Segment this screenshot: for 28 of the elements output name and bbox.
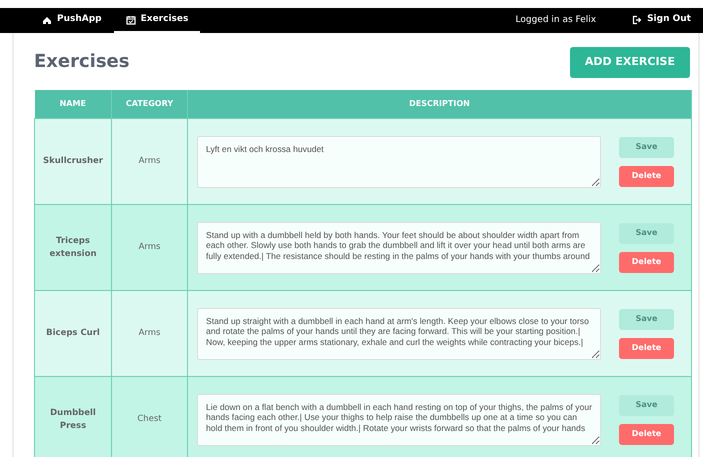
column-header: CATEGORY — [112, 90, 188, 118]
description-field[interactable]: Lie down on a flat bench with a dumbbell in each hand resting on top of your thighs, the palms of your hands facing each other.| Use your thighs to help raise the dumbbells up one at a time so you can hold them in front of you shoulder width.| Rotate your wrists forward so that the palms of your hands — [197, 394, 601, 446]
sign-out-icon — [632, 14, 642, 24]
column-header: NAME — [34, 90, 112, 118]
delete-button[interactable]: Delete — [619, 424, 674, 444]
sign-out-button[interactable]: Sign Out — [620, 8, 691, 33]
column-header: DESCRIPTION — [188, 90, 692, 118]
table-cell: Arms — [112, 118, 188, 204]
description-field[interactable]: Lyft en vikt och krossa huvudet — [197, 136, 601, 188]
table-cell: Chest — [112, 376, 188, 457]
house-icon — [42, 14, 52, 24]
table-cell: Arms — [112, 290, 188, 376]
page-title: Exercises — [34, 50, 130, 73]
description-field[interactable]: Stand up with a dumbbell held by both hands. Your feet should be about shoulder width apart from each other. Slowly use both hands to grab the dumbbell and lift it over your head until both arms are fully extended.| The resistance should be resting in the palms of your hands with your thumbs around — [197, 222, 601, 274]
table-cell: Dumbbell Press — [34, 376, 112, 457]
add-exercise-button[interactable]: ADD EXERCISE — [570, 47, 690, 78]
description-field[interactable]: Stand up straight with a dumbbell in each hand at arm's length. Keep your elbows close to your torso and rotate the palms of your hands until they are facing forward. This will be your starting position.| Now, keeping the upper arms stationary, exhale and curl the weights while contracting your biceps.| — [197, 308, 601, 360]
table-cell: Skullcrusher — [34, 118, 112, 204]
delete-button[interactable]: Delete — [619, 166, 674, 186]
nav-tab[interactable]: PushApp — [30, 8, 114, 33]
table-cell: Biceps Curl — [34, 290, 112, 376]
delete-button[interactable]: Delete — [619, 338, 674, 358]
calendar-check-icon — [126, 14, 136, 24]
table-cell: Arms — [112, 204, 188, 290]
delete-button[interactable]: Delete — [619, 252, 674, 272]
user-label: Logged in as Felix — [516, 14, 596, 27]
nav-tab[interactable]: Exercises — [114, 8, 200, 33]
table-cell: Triceps extension — [34, 204, 112, 290]
